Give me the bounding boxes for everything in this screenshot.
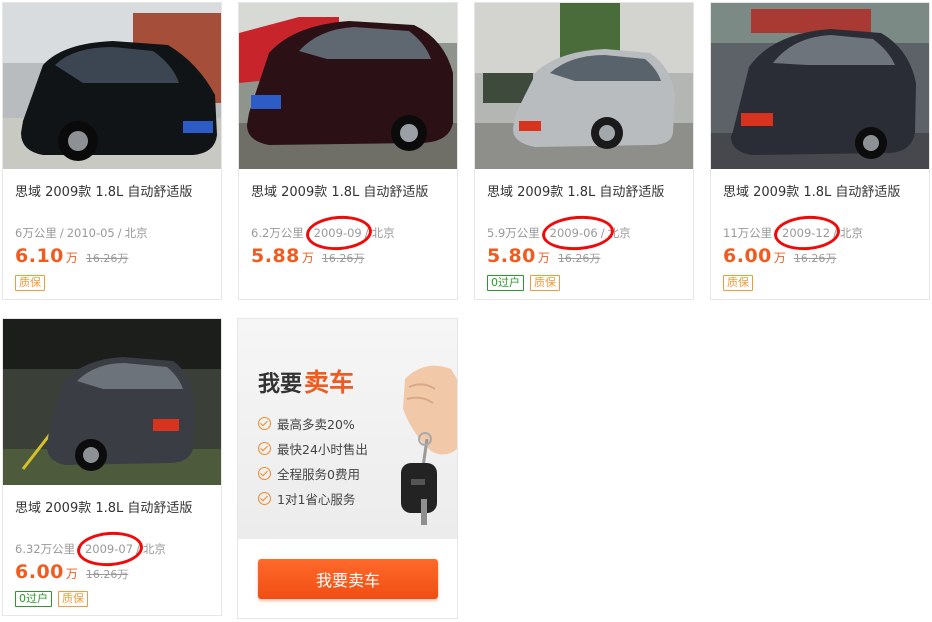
tag-list: 质保 — [15, 275, 45, 291]
mileage: 6万公里 — [15, 226, 57, 240]
listing-card[interactable]: 思域 2009款 1.8L 自动舒适版 5.9万公里/2009-06/北京 5.… — [474, 2, 694, 300]
price: 6.00 — [723, 245, 772, 267]
promo-banner: 我要卖车 最高多卖20% 最快24小时售出 全程服务0费用 1对1省心服务 — [238, 319, 457, 539]
transfer-tag: 0过户 — [15, 591, 52, 607]
original-price: 16.26万 — [321, 252, 365, 265]
mileage: 6.2万公里 — [251, 226, 304, 240]
sell-car-promo[interactable]: 我要卖车 最高多卖20% 最快24小时售出 全程服务0费用 1对1省心服务 我要… — [237, 318, 458, 619]
price-row: 5.88 万 16.26万 — [251, 245, 364, 267]
listing-title[interactable]: 思域 2009款 1.8L 自动舒适版 — [487, 181, 687, 200]
price: 5.88 — [251, 245, 300, 267]
listing-card[interactable]: 思域 2009款 1.8L 自动舒适版 6万公里/2010-05/北京 6.10… — [2, 2, 222, 300]
city: 北京 — [124, 226, 148, 240]
original-price: 16.26万 — [557, 252, 601, 265]
registration-date: 2009-09 — [304, 213, 373, 253]
tag-list: 0过户 质保 — [487, 275, 560, 291]
registration-date: 2009-12 — [772, 213, 842, 253]
price-unit: 万 — [65, 251, 78, 265]
meta-separator: / — [59, 226, 64, 240]
tag-list: 质保 — [723, 275, 753, 291]
mileage: 11万公里 — [723, 226, 773, 240]
check-circle-icon — [258, 442, 271, 455]
tag-list: 0过户 质保 — [15, 591, 88, 607]
listing-meta: 5.9万公里/2009-06/北京 — [487, 213, 631, 253]
registration-date: 2009-06 — [540, 213, 615, 253]
city: 北京 — [839, 226, 863, 240]
car-photo[interactable] — [475, 3, 693, 169]
transfer-tag: 0过户 — [487, 275, 524, 291]
city: 北京 — [371, 226, 395, 240]
meta-separator: / — [117, 226, 122, 240]
listing-meta: 6万公里/2010-05/北京 — [15, 225, 148, 241]
check-circle-icon — [258, 417, 271, 430]
mileage: 5.9万公里 — [487, 226, 540, 240]
price: 6.10 — [15, 245, 64, 267]
listing-card[interactable]: 思域 2009款 1.8L 自动舒适版 6.32万公里/2009-07/北京 6… — [2, 318, 222, 616]
car-key-hand-icon — [401, 365, 457, 525]
sell-car-button[interactable]: 我要卖车 — [258, 559, 438, 599]
price-row: 6.00 万 16.26万 — [723, 245, 836, 267]
price: 6.00 — [15, 561, 64, 583]
listing-meta: 6.2万公里/2009-09/北京 — [251, 213, 395, 253]
car-photo[interactable] — [711, 3, 929, 169]
registration-date: 2010-05 — [66, 226, 115, 240]
price-row: 6.10 万 16.26万 — [15, 245, 128, 267]
benefit-item: 全程服务0费用 — [258, 461, 368, 486]
price-unit: 万 — [773, 251, 786, 265]
listing-meta: 11万公里/2009-12/北京 — [723, 213, 863, 253]
price: 5.80 — [487, 245, 536, 267]
price-row: 5.80 万 16.26万 — [487, 245, 600, 267]
listing-card[interactable]: 思域 2009款 1.8L 自动舒适版 11万公里/2009-12/北京 6.0… — [710, 2, 930, 300]
price-unit: 万 — [301, 251, 314, 265]
benefit-item: 最高多卖20% — [258, 411, 368, 436]
price-unit: 万 — [65, 567, 78, 581]
city: 北京 — [142, 542, 166, 556]
original-price: 16.26万 — [85, 568, 129, 581]
benefit-item: 最快24小时售出 — [258, 436, 368, 461]
listing-meta: 6.32万公里/2009-07/北京 — [15, 529, 166, 569]
warranty-tag: 质保 — [58, 591, 88, 607]
price-row: 6.00 万 16.26万 — [15, 561, 128, 583]
warranty-tag: 质保 — [530, 275, 560, 291]
promo-benefits: 最高多卖20% 最快24小时售出 全程服务0费用 1对1省心服务 — [258, 411, 368, 511]
check-circle-icon — [258, 492, 271, 505]
original-price: 16.26万 — [85, 252, 129, 265]
listing-title[interactable]: 思域 2009款 1.8L 自动舒适版 — [15, 181, 215, 200]
listing-title[interactable]: 思域 2009款 1.8L 自动舒适版 — [723, 181, 923, 200]
car-photo[interactable] — [239, 3, 457, 169]
listing-card[interactable]: 思域 2009款 1.8L 自动舒适版 6.2万公里/2009-09/北京 5.… — [238, 2, 458, 300]
listing-title[interactable]: 思域 2009款 1.8L 自动舒适版 — [15, 497, 215, 516]
price-unit: 万 — [537, 251, 550, 265]
original-price: 16.26万 — [793, 252, 837, 265]
benefit-item: 1对1省心服务 — [258, 486, 368, 511]
promo-heading: 我要卖车 — [258, 368, 355, 397]
warranty-tag: 质保 — [723, 275, 753, 291]
car-photo[interactable] — [3, 319, 221, 485]
listing-title[interactable]: 思域 2009款 1.8L 自动舒适版 — [251, 181, 451, 200]
warranty-tag: 质保 — [15, 275, 45, 291]
check-circle-icon — [258, 467, 271, 480]
mileage: 6.32万公里 — [15, 542, 76, 556]
car-photo[interactable] — [3, 3, 221, 169]
registration-date: 2009-07 — [75, 529, 145, 569]
